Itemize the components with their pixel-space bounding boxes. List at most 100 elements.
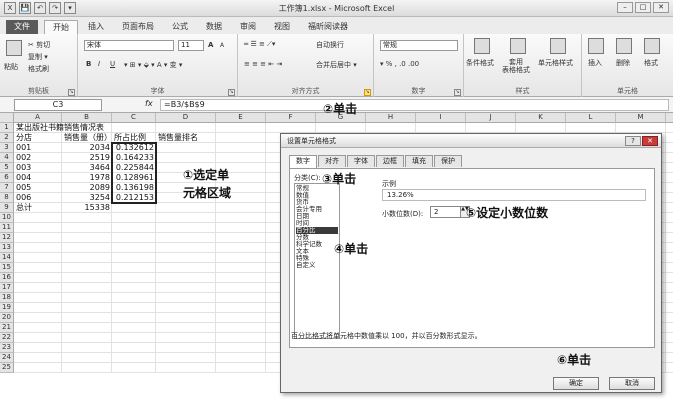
column-header-e[interactable]: E — [216, 113, 266, 123]
cell-sales-qty[interactable]: 2089 — [64, 183, 112, 193]
tab-insert[interactable]: 插入 — [80, 20, 112, 34]
dialog-tab-number[interactable]: 数字 — [289, 155, 317, 168]
row-header-25[interactable]: 25 — [0, 363, 14, 373]
delete-cells-icon[interactable] — [616, 38, 632, 54]
cell-styles-icon[interactable] — [550, 38, 566, 54]
row-header-17[interactable]: 17 — [0, 283, 14, 293]
number-extra-buttons[interactable]: ▾ % , .0 .00 — [380, 60, 419, 68]
tab-foxit-reader[interactable]: 福昕阅读器 — [300, 20, 356, 34]
cut-button[interactable]: ✂ 剪切 — [28, 40, 50, 50]
dialog-tab-font[interactable]: 字体 — [347, 155, 375, 167]
selected-range-c3-c8[interactable] — [111, 142, 157, 204]
cancel-button[interactable]: 取消 — [609, 377, 655, 390]
cell-store-id[interactable]: 003 — [16, 163, 62, 173]
row-header-11[interactable]: 11 — [0, 223, 14, 233]
column-header-i[interactable]: I — [416, 113, 466, 123]
row-header-1[interactable]: 1 — [0, 123, 14, 133]
row-header-10[interactable]: 10 — [0, 213, 14, 223]
row-header-20[interactable]: 20 — [0, 313, 14, 323]
insert-cells-icon[interactable] — [588, 38, 604, 54]
font-extra-buttons[interactable]: ▾ ⊞ ▾ ⬙ ▾ A ▾ 变 ▾ — [124, 60, 182, 70]
table-format-icon[interactable] — [510, 38, 526, 54]
decimal-places-value[interactable]: 2 — [434, 208, 438, 216]
column-header-h[interactable]: H — [366, 113, 416, 123]
decimal-places-input[interactable]: 2 ▲▼ — [430, 206, 470, 218]
cell-store-id[interactable]: 005 — [16, 183, 62, 193]
cell-d2-header[interactable]: 销售量排名 — [158, 133, 228, 143]
row-header-8[interactable]: 8 — [0, 193, 14, 203]
select-all-corner[interactable] — [0, 113, 14, 123]
alignment-launcher-icon[interactable]: ↘ — [364, 89, 371, 96]
font-size-select[interactable]: 11 — [178, 40, 204, 51]
paste-button[interactable]: 粘贴 — [4, 62, 18, 72]
row-header-19[interactable]: 19 — [0, 303, 14, 313]
row-header-5[interactable]: 5 — [0, 163, 14, 173]
column-header-c[interactable]: C — [112, 113, 156, 123]
column-header-d[interactable]: D — [156, 113, 216, 123]
row-header-4[interactable]: 4 — [0, 153, 14, 163]
number-format-select[interactable]: 常规 — [380, 40, 458, 51]
category-item[interactable]: 自定义 — [296, 262, 338, 269]
cell-a2-header[interactable]: 分店 — [16, 133, 62, 143]
format-cells-button[interactable]: 格式 — [644, 58, 658, 68]
minimize-button[interactable]: – — [617, 2, 633, 13]
paste-icon[interactable] — [6, 40, 22, 56]
row-header-24[interactable]: 24 — [0, 353, 14, 363]
category-list[interactable]: 常规 数值 货币 会计专用 日期 时间 百分比 分数 科学记数 文本 特殊 自定义 — [294, 183, 340, 339]
underline-button[interactable]: U — [110, 60, 115, 68]
number-launcher-icon[interactable]: ↘ — [454, 89, 461, 96]
row-header-6[interactable]: 6 — [0, 173, 14, 183]
name-box[interactable]: C3 — [14, 99, 102, 111]
maximize-button[interactable]: □ — [635, 2, 651, 13]
cell-a9-total-label[interactable]: 总计 — [16, 203, 62, 213]
tab-home[interactable]: 开始 — [44, 20, 78, 34]
cell-sales-qty[interactable]: 2519 — [64, 153, 112, 163]
cell-store-id[interactable]: 002 — [16, 153, 62, 163]
cell-store-id[interactable]: 006 — [16, 193, 62, 203]
row-header-21[interactable]: 21 — [0, 323, 14, 333]
row-header-2[interactable]: 2 — [0, 133, 14, 143]
tab-view[interactable]: 视图 — [266, 20, 298, 34]
cell-store-id[interactable]: 004 — [16, 173, 62, 183]
cell-styles-button[interactable]: 单元格样式 — [538, 58, 573, 68]
clipboard-launcher-icon[interactable]: ↘ — [68, 89, 75, 96]
wrap-text-button[interactable]: 自动换行 — [316, 40, 344, 50]
format-cells-icon[interactable] — [644, 38, 660, 54]
row-header-12[interactable]: 12 — [0, 233, 14, 243]
tab-page-layout[interactable]: 页面布局 — [114, 20, 162, 34]
conditional-format-button[interactable]: 条件格式 — [466, 58, 494, 68]
table-format-button[interactable]: 套用 表格格式 — [502, 58, 530, 74]
column-header-l[interactable]: L — [566, 113, 616, 123]
dialog-tab-protection[interactable]: 保护 — [434, 155, 462, 167]
dialog-close-button[interactable]: ✕ — [642, 136, 658, 146]
delete-cells-button[interactable]: 删除 — [616, 58, 630, 68]
close-button[interactable]: ✕ — [653, 2, 669, 13]
row-header-23[interactable]: 23 — [0, 343, 14, 353]
conditional-format-icon[interactable] — [474, 38, 490, 54]
dialog-tab-fill[interactable]: 填充 — [405, 155, 433, 167]
cell-sales-qty[interactable]: 3464 — [64, 163, 112, 173]
cell-b2-header[interactable]: 销售量（册） — [64, 133, 112, 143]
italic-button[interactable]: I — [98, 60, 100, 68]
ok-button[interactable]: 确定 — [553, 377, 599, 390]
cell-sales-qty[interactable]: 2034 — [64, 143, 112, 153]
grow-font-button[interactable]: A — [208, 41, 213, 49]
merge-center-button[interactable]: 合并后居中 ▾ — [316, 60, 357, 70]
help-button[interactable]: ? — [625, 136, 641, 146]
formula-input[interactable]: =B3/$B$9 — [160, 99, 669, 111]
cell-sales-qty[interactable]: 1978 — [64, 173, 112, 183]
row-header-22[interactable]: 22 — [0, 333, 14, 343]
cell-store-id[interactable]: 001 — [16, 143, 62, 153]
align-top-icons[interactable]: ═ ☰ ≡ ⟋▾ — [244, 40, 275, 49]
dialog-tab-border[interactable]: 边框 — [376, 155, 404, 167]
insert-function-icon[interactable]: fx — [145, 99, 153, 108]
row-header-9[interactable]: 9 — [0, 203, 14, 213]
column-header-f[interactable]: F — [266, 113, 316, 123]
font-name-select[interactable]: 宋体 — [84, 40, 174, 51]
bold-button[interactable]: B — [86, 60, 91, 68]
column-header-n[interactable]: N — [666, 113, 673, 123]
format-painter-button[interactable]: 格式刷 — [28, 64, 49, 74]
cell-b9-total[interactable]: 15338 — [64, 203, 112, 213]
tab-file[interactable]: 文件 — [6, 20, 38, 34]
row-header-7[interactable]: 7 — [0, 183, 14, 193]
